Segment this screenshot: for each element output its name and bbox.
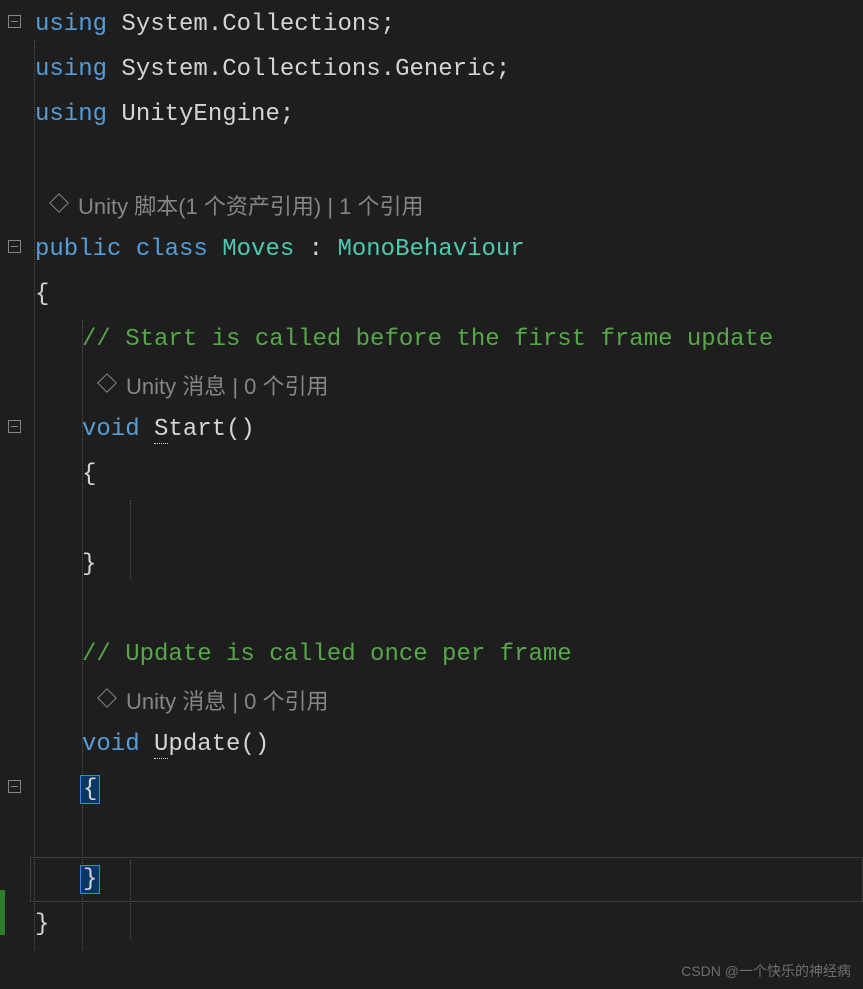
fold-toggle[interactable] — [8, 420, 21, 433]
code-line[interactable]: using UnityEngine; — [30, 92, 863, 137]
keyword: void — [82, 731, 140, 758]
fold-gutter — [0, 0, 30, 989]
keyword: using — [35, 101, 107, 128]
code-line[interactable]: { — [30, 767, 863, 812]
watermark: CSDN @一个快乐的神经病 — [681, 961, 851, 981]
code-line[interactable]: } — [30, 857, 863, 902]
codelens[interactable]: Unity 消息 | 0 个引用 — [30, 362, 863, 407]
unity-icon — [97, 373, 117, 393]
code-line[interactable]: void Start() — [30, 407, 863, 452]
class-name: Moves — [208, 236, 294, 263]
method-name: Start — [140, 416, 226, 443]
parens: () — [226, 416, 255, 443]
codelens-text: Unity 消息 | 0 个引用 — [126, 369, 329, 401]
code-line[interactable]: { — [30, 272, 863, 317]
code-line[interactable]: using System.Collections.Generic; — [30, 47, 863, 92]
code-line[interactable]: // Start is called before the first fram… — [30, 317, 863, 362]
code-line[interactable]: } — [30, 542, 863, 587]
base-class: MonoBehaviour — [337, 236, 524, 263]
codelens[interactable]: Unity 消息 | 0 个引用 — [30, 677, 863, 722]
brace: { — [82, 461, 96, 488]
comment: // Update is called once per frame — [82, 641, 572, 668]
namespace: System.Collections.Generic; — [107, 56, 510, 83]
namespace: System.Collections; — [107, 11, 395, 38]
unity-icon — [97, 688, 117, 708]
fold-toggle[interactable] — [8, 15, 21, 28]
change-marker — [0, 890, 5, 935]
code-line[interactable]: using System.Collections; — [30, 2, 863, 47]
parens: () — [240, 731, 269, 758]
brace: } — [82, 551, 96, 578]
keyword: void — [82, 416, 140, 443]
brace: { — [35, 281, 49, 308]
codelens-text: Unity 脚本(1 个资产引用) | 1 个引用 — [78, 189, 424, 221]
fold-toggle[interactable] — [8, 240, 21, 253]
code-line[interactable] — [30, 812, 863, 857]
method-name: Update — [140, 731, 241, 758]
code-line[interactable]: public class Moves : MonoBehaviour — [30, 227, 863, 272]
colon: : — [294, 236, 337, 263]
code-content[interactable]: using System.Collections; using System.C… — [30, 0, 863, 989]
unity-icon — [49, 193, 69, 213]
code-editor[interactable]: using System.Collections; using System.C… — [0, 0, 863, 989]
code-line[interactable]: void Update() — [30, 722, 863, 767]
codelens[interactable]: Unity 脚本(1 个资产引用) | 1 个引用 — [30, 182, 863, 227]
namespace: UnityEngine; — [107, 101, 294, 128]
fold-toggle[interactable] — [8, 780, 21, 793]
comment: // Start is called before the first fram… — [82, 326, 773, 353]
code-line[interactable]: } — [30, 902, 863, 947]
keyword: using — [35, 56, 107, 83]
brace-matched: { — [80, 775, 100, 804]
brace-matched: } — [80, 865, 100, 894]
code-line[interactable] — [30, 137, 863, 182]
code-line[interactable]: // Update is called once per frame — [30, 632, 863, 677]
code-line[interactable]: { — [30, 452, 863, 497]
code-line[interactable] — [30, 497, 863, 542]
keyword: using — [35, 11, 107, 38]
keyword: public class — [35, 236, 208, 263]
current-line-highlight — [30, 857, 863, 902]
codelens-text: Unity 消息 | 0 个引用 — [126, 684, 329, 716]
brace: } — [35, 911, 49, 938]
code-line[interactable] — [30, 587, 863, 632]
